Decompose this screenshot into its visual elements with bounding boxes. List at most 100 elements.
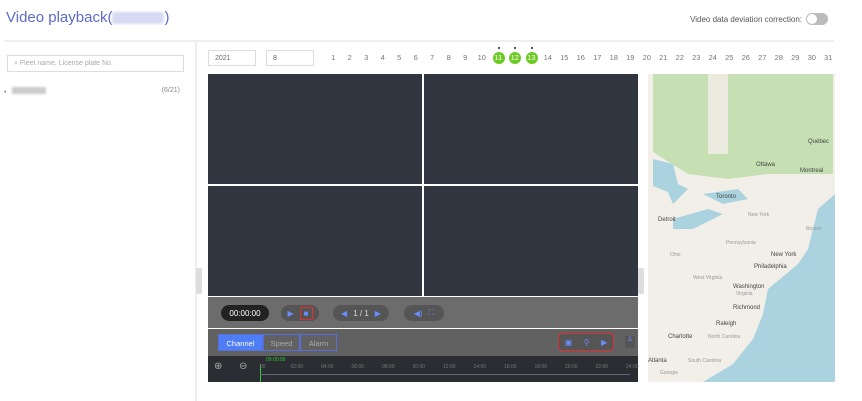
timeline-tick: 10:00 (412, 364, 426, 370)
snapshot-icon[interactable]: ▣ (565, 338, 573, 347)
play-controls: ▶ ■ (281, 305, 319, 321)
day-21[interactable]: 21 (655, 52, 672, 64)
title-end: ) (164, 9, 170, 26)
expand-icon[interactable]: ≚ (625, 336, 635, 348)
day-17[interactable]: 17 (589, 52, 606, 64)
day-1[interactable]: 1 (325, 52, 342, 64)
day-10[interactable]: 10 (474, 52, 491, 64)
tab-speed[interactable]: Speed (263, 334, 300, 351)
zoom-in-icon[interactable]: ⊕ (214, 361, 222, 372)
day-25[interactable]: 25 (721, 52, 738, 64)
day-22[interactable]: 22 (672, 52, 689, 64)
map-label: South Carolina (688, 358, 722, 364)
timeline-tick: 16:00 (504, 364, 517, 370)
map-label: Raleigh (716, 321, 737, 327)
title-text: Video playback( (6, 9, 113, 26)
tool-group: ▣ ⚲ ▶ (558, 333, 614, 351)
map-label: Toronto (716, 194, 737, 200)
day-26[interactable]: 26 (738, 52, 755, 64)
sidebar-collapse-handle[interactable] (196, 268, 202, 294)
redacted-name (112, 12, 165, 25)
day-18[interactable]: 18 (606, 52, 623, 64)
map-label: Washington (733, 284, 765, 290)
timeline-tick: 22:00 (595, 364, 609, 370)
day-23[interactable]: 23 (688, 52, 705, 64)
time-display: 00:00:00 (221, 305, 269, 321)
day-31[interactable]: 31 (820, 52, 837, 64)
day-11[interactable]: 11 (490, 47, 507, 64)
correction-label: Video data deviation correction: (690, 14, 802, 24)
redacted-fleet (12, 87, 47, 94)
timeline-tick: 06:00 (351, 364, 365, 370)
tree-item[interactable]: • (6/21) (4, 87, 180, 96)
page-title: Video playback() (6, 9, 169, 26)
year-input[interactable]: 2021 (208, 50, 256, 66)
play-icon[interactable]: ▶ (288, 309, 294, 318)
video-pane[interactable] (208, 186, 422, 296)
timeline-tick: 08:00 (382, 364, 395, 370)
day-29[interactable]: 29 (787, 52, 804, 64)
search-input[interactable]: ⌕ Fleet name, License plate No. (7, 55, 184, 72)
record-icon[interactable]: ▶ (601, 338, 607, 347)
volume-icon[interactable]: ◀) (414, 309, 423, 318)
day-27[interactable]: 27 (754, 52, 771, 64)
day-15[interactable]: 15 (556, 52, 573, 64)
map-label: Ottawa (756, 162, 776, 168)
day-19[interactable]: 19 (622, 52, 639, 64)
day-13[interactable]: 13 (523, 47, 540, 64)
day-5[interactable]: 5 (391, 52, 408, 64)
lake-erie (673, 209, 723, 229)
timeline-tick: 20:00 (565, 364, 578, 370)
correction-toggle[interactable] (806, 13, 828, 25)
video-grid (208, 74, 638, 296)
stop-icon[interactable]: ■ (299, 306, 313, 320)
video-pane[interactable] (424, 186, 638, 296)
day-8[interactable]: 8 (441, 52, 458, 64)
day-24[interactable]: 24 (705, 52, 722, 64)
map-label: Atlanta (648, 358, 667, 364)
day-14[interactable]: 14 (540, 52, 557, 64)
tab-channel[interactable]: Channel (218, 334, 263, 351)
map-label: Detroit (658, 217, 676, 223)
day-4[interactable]: 4 (375, 52, 392, 64)
day-2[interactable]: 2 (342, 52, 359, 64)
map-label: Québec (808, 139, 830, 145)
map-label: Philadelphia (754, 264, 787, 270)
day-20[interactable]: 20 (639, 52, 656, 64)
search-user-icon[interactable]: ⚲ (584, 338, 590, 347)
day-28[interactable]: 28 (771, 52, 788, 64)
search-placeholder: Fleet name, License plate No. (19, 60, 113, 67)
video-pane[interactable] (208, 74, 422, 184)
timeline[interactable]: ⊕ ⊖ 00:00:00 00 02:00 04:00 06:00 08:00 10:00… (208, 356, 639, 382)
day-16[interactable]: 16 (573, 52, 590, 64)
forest-area (653, 74, 833, 179)
day-30[interactable]: 30 (804, 52, 821, 64)
day-7[interactable]: 7 (424, 52, 441, 64)
fullscreen-icon[interactable]: ⛶ (429, 308, 435, 318)
timeline-tick: 18:00 (534, 364, 548, 370)
map-label: New York (748, 212, 770, 218)
next-page-icon[interactable]: ▶ (375, 309, 381, 318)
day-9[interactable]: 9 (457, 52, 474, 64)
timeline-tick: 04:00 (321, 364, 334, 370)
player-controls: 00:00:00 ▶ ■ ◀ 1 / 1 ▶ ◀) ⛶ (208, 297, 638, 328)
day-3[interactable]: 3 (358, 52, 375, 64)
tab-alarm[interactable]: Alarm (300, 334, 337, 351)
day-12[interactable]: 12 (507, 47, 524, 64)
timeline-tick: 12:00 (443, 364, 456, 370)
tree-count: (6/21) (161, 87, 180, 94)
prev-page-icon[interactable]: ◀ (341, 309, 347, 318)
map-collapse-handle[interactable] (638, 268, 644, 294)
zoom-out-icon[interactable]: ⊖ (239, 361, 247, 372)
month-input[interactable]: 8 (266, 50, 314, 66)
timeline-tick: 02:00 (290, 364, 304, 370)
clearing (708, 74, 728, 154)
ocean (703, 194, 835, 382)
video-pane[interactable] (424, 74, 638, 184)
page-nav: ◀ 1 / 1 ▶ (333, 305, 389, 321)
media-controls: ◀) ⛶ (404, 305, 444, 321)
map[interactable]: Québec Ottawa Montreal Toronto Detroit New Yo… (648, 74, 835, 382)
timeline-axis (260, 374, 630, 375)
map-label: Ohio (670, 252, 681, 258)
day-6[interactable]: 6 (408, 52, 425, 64)
